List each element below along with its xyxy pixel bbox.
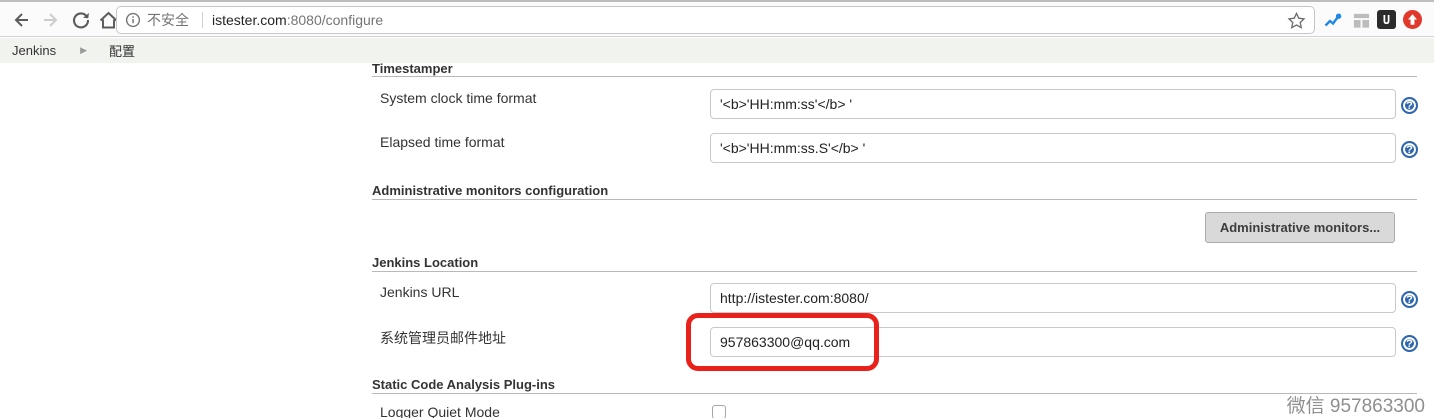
u-letter-icon: U bbox=[1383, 13, 1390, 27]
omnibox-divider bbox=[202, 12, 203, 28]
administrative-monitors-button[interactable]: Administrative monitors... bbox=[1205, 212, 1395, 243]
extension-trend-button[interactable] bbox=[1323, 10, 1343, 30]
section-title-jenkins-location: Jenkins Location bbox=[372, 255, 478, 270]
grid-icon bbox=[1352, 11, 1371, 30]
reload-button[interactable] bbox=[70, 9, 92, 31]
url-path: :8080/configure bbox=[287, 12, 384, 28]
info-icon[interactable] bbox=[125, 12, 141, 28]
help-icon[interactable]: ? bbox=[1401, 141, 1418, 158]
wechat-watermark: 微信 957863300 bbox=[1287, 391, 1425, 418]
section-rule bbox=[372, 76, 1417, 77]
breadcrumb-current: 配置 bbox=[109, 41, 135, 60]
address-bar[interactable]: 不安全 istester.com:8080/configure bbox=[116, 6, 1315, 34]
section-title-admin-monitors: Administrative monitors configuration bbox=[372, 183, 608, 198]
breadcrumb: Jenkins ▶ 配置 bbox=[0, 38, 1434, 63]
admin-email-input[interactable] bbox=[710, 327, 1396, 357]
section-title-static-analysis: Static Code Analysis Plug-ins bbox=[372, 377, 555, 392]
breadcrumb-jenkins-link[interactable]: Jenkins bbox=[12, 43, 56, 58]
logger-quiet-mode-checkbox[interactable] bbox=[712, 405, 726, 418]
security-label: 不安全 bbox=[147, 10, 189, 30]
up-arrow-icon bbox=[1406, 13, 1419, 26]
forward-button[interactable] bbox=[40, 9, 62, 31]
star-icon bbox=[1287, 11, 1306, 30]
back-button[interactable] bbox=[10, 9, 32, 31]
question-glyph: ? bbox=[1406, 294, 1413, 306]
forward-icon bbox=[41, 10, 61, 30]
system-clock-format-label: System clock time format bbox=[380, 90, 536, 106]
section-rule bbox=[372, 271, 1417, 272]
logger-quiet-mode-label: Logger Quiet Mode bbox=[380, 404, 500, 418]
section-rule bbox=[372, 199, 1417, 200]
elapsed-time-format-label: Elapsed time format bbox=[380, 134, 505, 150]
elapsed-time-format-input[interactable] bbox=[710, 133, 1396, 163]
jenkins-url-label: Jenkins URL bbox=[380, 284, 459, 300]
browser-toolbar: 不安全 istester.com:8080/configure bbox=[0, 0, 1434, 37]
section-rule bbox=[372, 393, 1417, 394]
admin-email-label: 系统管理员邮件地址 bbox=[380, 328, 506, 348]
question-glyph: ? bbox=[1406, 144, 1413, 156]
back-icon bbox=[11, 10, 31, 30]
jenkins-url-input[interactable] bbox=[710, 283, 1396, 313]
bookmark-star-button[interactable] bbox=[1287, 11, 1306, 30]
help-icon[interactable]: ? bbox=[1401, 335, 1418, 352]
trend-icon bbox=[1323, 10, 1343, 30]
extension-upload-button[interactable] bbox=[1403, 10, 1422, 29]
screenshot-stage: 不安全 istester.com:8080/configure bbox=[0, 0, 1434, 418]
system-clock-format-input[interactable] bbox=[710, 89, 1396, 119]
extension-grid-button[interactable] bbox=[1351, 10, 1371, 30]
help-icon[interactable]: ? bbox=[1401, 97, 1418, 114]
question-glyph: ? bbox=[1406, 338, 1413, 350]
section-title-timestamper: Timestamper bbox=[372, 61, 453, 76]
question-glyph: ? bbox=[1406, 100, 1413, 112]
reload-icon bbox=[71, 10, 91, 30]
help-icon[interactable]: ? bbox=[1401, 291, 1418, 308]
url-host: istester.com bbox=[212, 12, 287, 28]
breadcrumb-arrow-icon: ▶ bbox=[80, 45, 87, 56]
extension-u-button[interactable]: U bbox=[1377, 10, 1396, 29]
